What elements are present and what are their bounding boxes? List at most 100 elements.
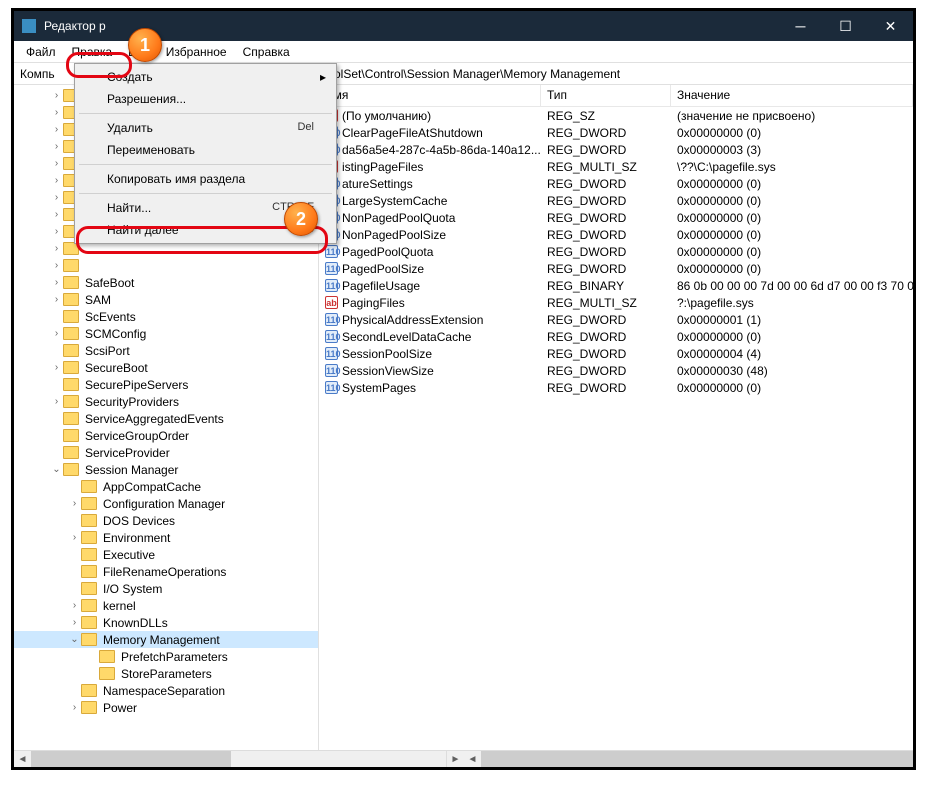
tree-row[interactable]: ›SecurityProviders (14, 393, 318, 410)
chevron-right-icon[interactable]: › (68, 498, 81, 509)
tree-row[interactable]: ›KnownDLLs (14, 614, 318, 631)
chevron-right-icon[interactable]: › (50, 328, 63, 339)
chevron-right-icon[interactable]: › (50, 141, 63, 152)
list-row[interactable]: 110PagedPoolQuotaREG_DWORD0x00000000 (0) (319, 243, 913, 260)
value-name: atureSettings (342, 177, 413, 191)
menu-file[interactable]: Файл (18, 42, 64, 62)
maximize-button[interactable]: ☐ (823, 11, 868, 41)
tree-row[interactable]: StoreParameters (14, 665, 318, 682)
tree-label: ServiceGroupOrder (83, 429, 191, 443)
chevron-right-icon[interactable]: › (68, 617, 81, 628)
menu-item-label: Разрешения... (107, 92, 186, 106)
header-value[interactable]: Значение (671, 85, 913, 106)
chevron-right-icon[interactable]: › (50, 107, 63, 118)
scroll-thumb-left[interactable] (31, 751, 231, 767)
chevron-right-icon[interactable]: › (50, 209, 63, 220)
tree-row[interactable]: › Configuration Manager (14, 495, 318, 512)
list-row[interactable]: 110SecondLevelDataCacheREG_DWORD0x000000… (319, 328, 913, 345)
tree-row[interactable]: ›SAM (14, 291, 318, 308)
chevron-right-icon[interactable]: › (50, 396, 63, 407)
tree-row[interactable]: ServiceProvider (14, 444, 318, 461)
value-name: SecondLevelDataCache (342, 330, 471, 344)
horizontal-scrollbar[interactable]: ◄ ► ◄ ► (14, 750, 913, 767)
tree-row[interactable]: SecurePipeServers (14, 376, 318, 393)
tree-row[interactable]: Executive (14, 546, 318, 563)
tree-row[interactable]: I/O System (14, 580, 318, 597)
list-row[interactable]: 110SessionPoolSizeREG_DWORD0x00000004 (4… (319, 345, 913, 362)
menu-help[interactable]: Справка (235, 42, 298, 62)
chevron-right-icon[interactable]: › (50, 158, 63, 169)
menu-item[interactable]: Переименовать (77, 139, 334, 161)
menu-fav[interactable]: Избранное (158, 42, 235, 62)
tree-label: FileRenameOperations (101, 565, 228, 579)
tree-row[interactable]: ›Environment (14, 529, 318, 546)
list-row[interactable]: 110SessionViewSizeREG_DWORD0x00000030 (4… (319, 362, 913, 379)
menu-item[interactable]: Создать▸ (77, 66, 334, 88)
chevron-right-icon[interactable]: › (50, 260, 63, 271)
list-row[interactable]: 110SystemPagesREG_DWORD0x00000000 (0) (319, 379, 913, 396)
list-row[interactable]: 110LargeSystemCacheREG_DWORD0x00000000 (… (319, 192, 913, 209)
menu-item[interactable]: Разрешения... (77, 88, 334, 110)
menu-item[interactable]: УдалитьDel (77, 117, 334, 139)
chevron-right-icon[interactable]: › (68, 532, 81, 543)
menu-item-label: Переименовать (107, 143, 195, 157)
scroll-left-icon[interactable]: ◄ (14, 751, 31, 767)
tree-row[interactable]: ›SecureBoot (14, 359, 318, 376)
list-row[interactable]: 110atureSettingsREG_DWORD0x00000000 (0) (319, 175, 913, 192)
tree-row[interactable]: ›Power (14, 699, 318, 716)
tree-row[interactable]: NamespaceSeparation (14, 682, 318, 699)
list-row[interactable]: 110NonPagedPoolQuotaREG_DWORD0x00000000 … (319, 209, 913, 226)
tree-row[interactable]: ⌄Session Manager (14, 461, 318, 478)
list-row[interactable]: abPagingFilesREG_MULTI_SZ?:\pagefile.sys (319, 294, 913, 311)
tree-row[interactable]: ScsiPort (14, 342, 318, 359)
chevron-right-icon[interactable]: › (68, 600, 81, 611)
tree-row[interactable]: AppCompatCache (14, 478, 318, 495)
chevron-right-icon[interactable]: › (50, 226, 63, 237)
list-pane[interactable]: Имя Тип Значение ab(По умолчанию)REG_SZ(… (319, 85, 913, 750)
menu-item[interactable]: Копировать имя раздела (77, 168, 334, 190)
list-row[interactable]: 110PagedPoolSizeREG_DWORD0x00000000 (0) (319, 260, 913, 277)
list-row[interactable]: ab(По умолчанию)REG_SZ(значение не присв… (319, 107, 913, 124)
chevron-down-icon[interactable]: ⌄ (68, 634, 81, 645)
menu-edit[interactable]: Правка (64, 42, 121, 62)
tree-label: Configuration Manager (101, 497, 227, 511)
tree-row[interactable]: ›SafeBoot (14, 274, 318, 291)
scroll-right-icon[interactable]: ► (447, 751, 464, 767)
close-button[interactable]: ✕ (868, 11, 913, 41)
chevron-right-icon[interactable]: › (50, 192, 63, 203)
scroll-left-icon-2[interactable]: ◄ (464, 751, 481, 767)
minimize-button[interactable]: ─ (778, 11, 823, 41)
chevron-right-icon[interactable]: › (50, 175, 63, 186)
tree-row[interactable]: ›kernel (14, 597, 318, 614)
chevron-right-icon[interactable]: › (50, 124, 63, 135)
tree-row[interactable]: PrefetchParameters (14, 648, 318, 665)
header-type[interactable]: Тип (541, 85, 671, 106)
list-row[interactable]: 110NonPagedPoolSizeREG_DWORD0x00000000 (… (319, 226, 913, 243)
tree-row[interactable]: ›SCMConfig (14, 325, 318, 342)
tree-row[interactable]: FileRenameOperations (14, 563, 318, 580)
folder-icon (63, 344, 79, 357)
tree-row[interactable]: › (14, 257, 318, 274)
chevron-right-icon[interactable]: › (50, 90, 63, 101)
tree-row[interactable]: ServiceGroupOrder (14, 427, 318, 444)
chevron-right-icon[interactable]: › (68, 702, 81, 713)
value-type: REG_DWORD (541, 194, 671, 208)
list-row[interactable]: 110ClearPageFileAtShutdownREG_DWORD0x000… (319, 124, 913, 141)
list-row[interactable]: 110PhysicalAddressExtensionREG_DWORD0x00… (319, 311, 913, 328)
header-name[interactable]: Имя (319, 85, 541, 106)
list-row[interactable]: 110PagefileUsageREG_BINARY86 0b 00 00 00… (319, 277, 913, 294)
list-row[interactable]: abistingPageFilesREG_MULTI_SZ\??\C:\page… (319, 158, 913, 175)
chevron-right-icon[interactable]: › (50, 243, 63, 254)
chevron-right-icon[interactable]: › (50, 362, 63, 373)
tree-row[interactable]: ServiceAggregatedEvents (14, 410, 318, 427)
value-type: REG_BINARY (541, 279, 671, 293)
chevron-right-icon[interactable]: › (50, 277, 63, 288)
chevron-down-icon[interactable]: ⌄ (50, 464, 63, 475)
tree-row[interactable]: DOS Devices (14, 512, 318, 529)
chevron-right-icon[interactable]: › (50, 294, 63, 305)
tree-row[interactable]: ScEvents (14, 308, 318, 325)
value-type: REG_DWORD (541, 313, 671, 327)
list-row[interactable]: 110da56a5e4-287c-4a5b-86da-140a12...REG_… (319, 141, 913, 158)
tree-row[interactable]: ⌄Memory Management (14, 631, 318, 648)
scroll-thumb-right[interactable] (481, 751, 916, 767)
